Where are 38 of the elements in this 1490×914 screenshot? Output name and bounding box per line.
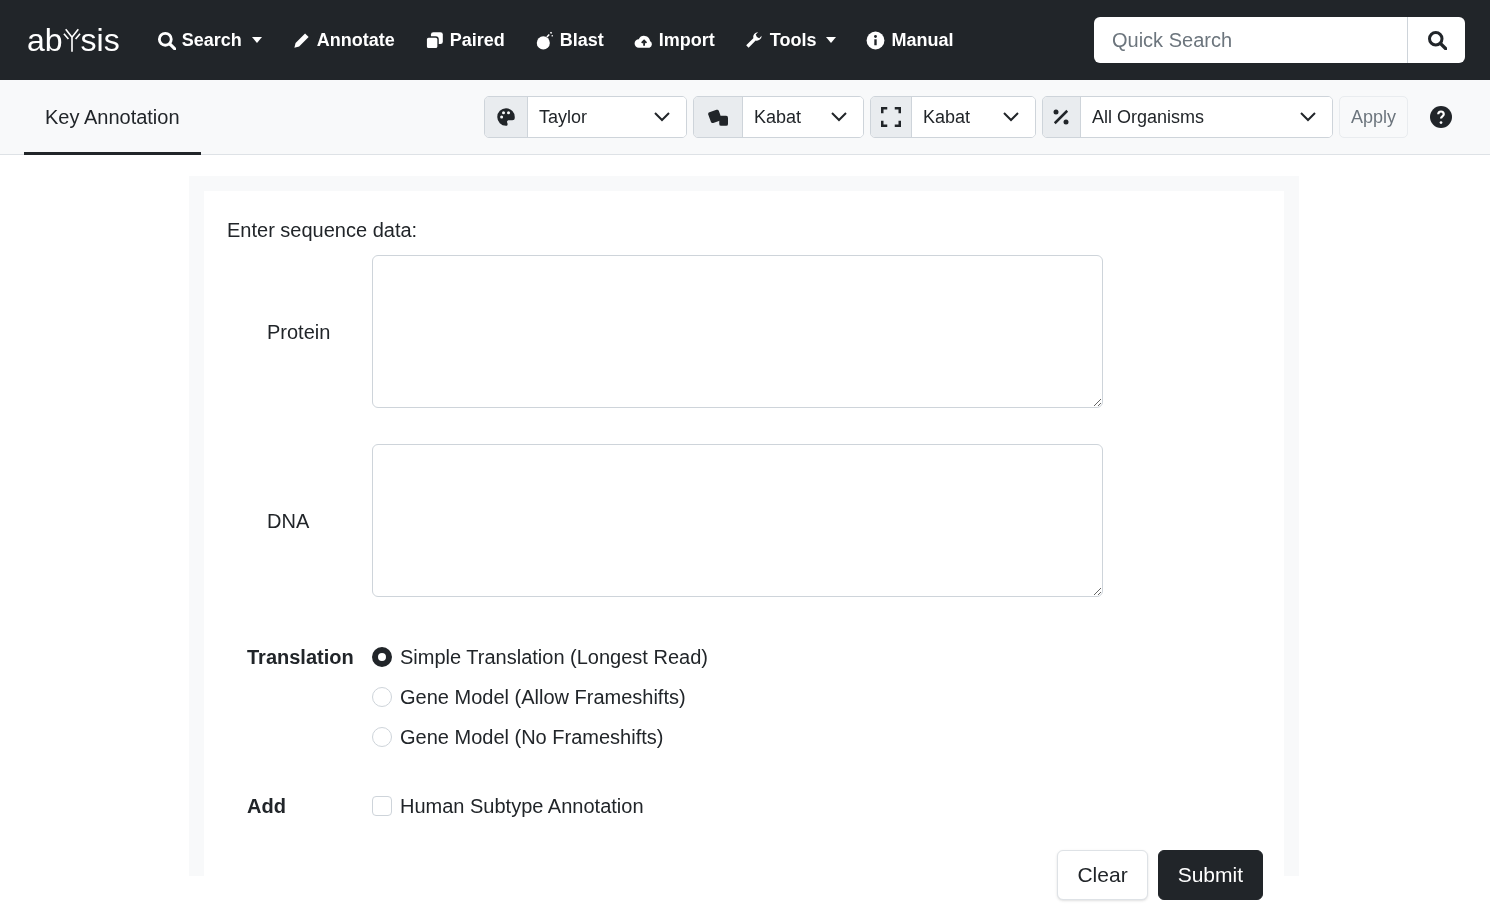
apply-button[interactable]: Apply — [1338, 96, 1408, 138]
nav-link[interactable]: Manual — [851, 20, 969, 60]
field-label: DNA — [266, 508, 311, 534]
translation-label: Translation — [246, 645, 355, 670]
add-label: Add — [246, 794, 287, 819]
sequence-textarea[interactable] — [372, 255, 1103, 408]
quick-search-field[interactable]: Quick Search — [1094, 17, 1407, 63]
help-icon[interactable] — [1430, 106, 1452, 128]
clear-button[interactable]: Clear — [1057, 850, 1148, 900]
bomb-icon — [534, 30, 554, 50]
wrench-icon — [744, 30, 764, 50]
nav-link[interactable]: Search — [141, 20, 277, 60]
antibody-icon — [62, 27, 81, 53]
radio-label[interactable]: Simple Translation (Longest Read) — [400, 642, 708, 672]
caret-icon — [826, 37, 837, 43]
form-heading: Enter sequence data: — [227, 218, 419, 243]
logo-text: ab — [27, 24, 63, 56]
radio-label[interactable]: Gene Model (Allow Frameshifts) — [400, 682, 686, 712]
radio-button[interactable] — [372, 647, 392, 667]
nav-link[interactable]: Tools — [729, 20, 852, 60]
caret-icon — [251, 37, 262, 43]
search-icon — [1426, 30, 1447, 50]
submit-button[interactable]: Submit — [1157, 850, 1263, 900]
info-icon — [866, 30, 886, 50]
nav-link[interactable]: Import — [618, 20, 730, 60]
field-label: Protein — [266, 319, 332, 345]
logo-text: sis — [80, 24, 120, 56]
checkbox-label[interactable]: Human Subtype Annotation — [400, 791, 644, 821]
search-button[interactable] — [1407, 17, 1465, 63]
checkbox[interactable] — [372, 796, 392, 816]
tab[interactable]: Key Annotation — [24, 79, 201, 155]
nav-link[interactable]: Paired — [409, 20, 520, 60]
nav-link[interactable]: Annotate — [276, 20, 410, 60]
search-icon — [156, 30, 176, 50]
sequence-textarea[interactable] — [372, 444, 1103, 597]
radio-label[interactable]: Gene Model (No Frameshifts) — [400, 722, 664, 752]
nav-link[interactable]: Blast — [519, 20, 619, 60]
copy-icon — [424, 30, 444, 50]
